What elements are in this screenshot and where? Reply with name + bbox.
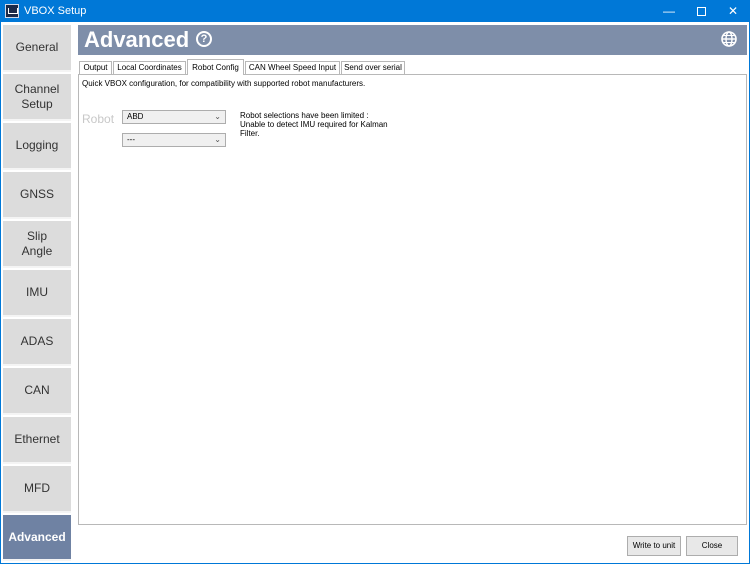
close-window-button[interactable]: ✕ <box>717 0 749 22</box>
sidebar-item-imu[interactable]: IMU <box>3 270 71 317</box>
robot-select[interactable]: ABD ⌄ <box>122 110 226 124</box>
tab-output[interactable]: Output <box>79 61 112 75</box>
title-bar: VBOX Setup — ✕ <box>0 0 750 22</box>
help-icon[interactable]: ? <box>196 31 212 47</box>
robot-config-panel: Quick VBOX configuration, for compatibil… <box>78 74 747 525</box>
sidebar-item-logging[interactable]: Logging <box>3 123 71 170</box>
close-button[interactable]: Close <box>686 536 738 556</box>
robot-option-select[interactable]: --- ⌄ <box>122 133 226 147</box>
sidebar-item-adas[interactable]: ADAS <box>3 319 71 366</box>
window-title: VBOX Setup <box>24 5 87 17</box>
page-header: Advanced ? <box>78 25 747 55</box>
tab-robot-config[interactable]: Robot Config <box>187 59 244 75</box>
sidebar-item-channel-setup[interactable]: Channel Setup <box>3 74 71 121</box>
page-title: Advanced <box>84 27 190 52</box>
sidebar-item-gnss[interactable]: GNSS <box>3 172 71 219</box>
maximize-icon <box>696 7 706 17</box>
sidebar-item-advanced[interactable]: Advanced <box>3 515 71 561</box>
maximize-button[interactable] <box>685 0 717 22</box>
robot-limit-notice: Robot selections have been limited : Una… <box>240 111 388 138</box>
app-icon <box>5 4 19 18</box>
tab-local-coordinates[interactable]: Local Coordinates <box>113 61 186 75</box>
sidebar-item-mfd[interactable]: MFD <box>3 466 71 513</box>
sidebar-item-ethernet[interactable]: Ethernet <box>3 417 71 464</box>
robot-option-select-value: --- <box>127 135 135 144</box>
tab-can-wheel-speed-input[interactable]: CAN Wheel Speed Input <box>245 61 340 75</box>
sidebar-item-general[interactable]: General <box>3 25 71 72</box>
globe-icon[interactable] <box>719 29 739 49</box>
minimize-button[interactable]: — <box>653 0 685 22</box>
tab-send-over-serial[interactable]: Send over serial <box>341 61 405 75</box>
robot-label: Robot <box>82 112 115 126</box>
sidebar-item-can[interactable]: CAN <box>3 368 71 415</box>
sidebar-item-slip-angle[interactable]: Slip Angle <box>3 221 71 268</box>
chevron-down-icon: ⌄ <box>214 112 221 121</box>
chevron-down-icon: ⌄ <box>214 135 221 144</box>
write-to-unit-button[interactable]: Write to unit <box>627 536 681 556</box>
description-text: Quick VBOX configuration, for compatibil… <box>82 79 366 88</box>
robot-select-value: ABD <box>127 112 144 121</box>
